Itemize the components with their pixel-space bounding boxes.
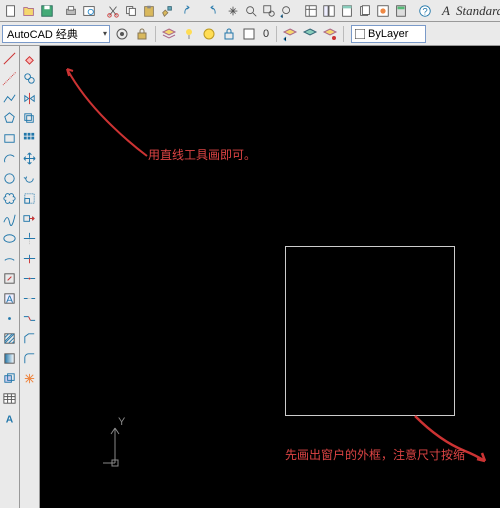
separator <box>276 26 277 42</box>
separator <box>155 26 156 42</box>
tool-palettes-icon[interactable] <box>340 3 354 19</box>
layer-on-icon[interactable] <box>180 25 198 43</box>
join-tool[interactable] <box>21 309 39 327</box>
stretch-tool[interactable] <box>21 209 39 227</box>
separator <box>343 26 344 42</box>
point-tool[interactable] <box>1 309 19 327</box>
annotation-arrow-1 <box>62 61 152 161</box>
mirror-tool[interactable] <box>21 89 39 107</box>
pan-icon[interactable] <box>226 3 240 19</box>
revision-cloud-tool[interactable] <box>1 189 19 207</box>
break-at-point-tool[interactable] <box>21 269 39 287</box>
make-block-tool[interactable]: A <box>1 289 19 307</box>
insert-block-tool[interactable] <box>1 269 19 287</box>
layer-iso-icon[interactable] <box>321 25 339 43</box>
region-tool[interactable] <box>1 369 19 387</box>
drawn-rectangle <box>285 246 455 416</box>
layer-color-icon[interactable] <box>240 25 258 43</box>
main-area: A A 用直线工具画即可。 <box>0 46 500 508</box>
copy-tool[interactable] <box>21 69 39 87</box>
mtext-tool[interactable]: A <box>1 409 19 427</box>
workspace-combo[interactable]: AutoCAD 经典 ▾ <box>2 25 110 43</box>
array-tool[interactable] <box>21 129 39 147</box>
text-style-icon[interactable]: A <box>442 3 450 19</box>
properties-icon[interactable] <box>304 3 318 19</box>
print-icon[interactable] <box>64 3 78 19</box>
open-icon[interactable] <box>22 3 36 19</box>
gradient-tool[interactable] <box>1 349 19 367</box>
layer-previous-icon[interactable] <box>281 25 299 43</box>
circle-tool[interactable] <box>1 169 19 187</box>
copy-icon[interactable] <box>124 3 138 19</box>
spline-tool[interactable] <box>1 209 19 227</box>
quickcalc-icon[interactable] <box>394 3 408 19</box>
arc-tool[interactable] <box>1 149 19 167</box>
new-icon[interactable] <box>4 3 18 19</box>
explode-tool[interactable] <box>21 369 39 387</box>
bylayer-value: ByLayer <box>368 28 408 40</box>
move-tool[interactable] <box>21 149 39 167</box>
top-toolbar: ? A Standard <box>0 0 500 22</box>
save-icon[interactable] <box>40 3 54 19</box>
scale-tool[interactable] <box>21 189 39 207</box>
svg-text:A: A <box>6 414 14 425</box>
bylayer-combo[interactable]: ByLayer <box>351 25 426 43</box>
zoom-icon[interactable] <box>244 3 258 19</box>
line-tool[interactable] <box>1 49 19 67</box>
match-properties-icon[interactable] <box>160 3 174 19</box>
rotate-tool[interactable] <box>21 169 39 187</box>
design-center-icon[interactable] <box>322 3 336 19</box>
layer-lock-icon[interactable] <box>220 25 238 43</box>
paste-icon[interactable] <box>142 3 156 19</box>
construction-line-tool[interactable] <box>1 69 19 87</box>
annotation-text-2: 先画出窗户的外框，注意尺寸按缩 <box>285 446 465 463</box>
sheet-set-icon[interactable] <box>358 3 372 19</box>
markup-icon[interactable] <box>376 3 390 19</box>
layer-freeze-icon[interactable] <box>200 25 218 43</box>
svg-text:A: A <box>6 294 13 305</box>
help-icon[interactable]: ? <box>418 3 432 19</box>
svg-text:?: ? <box>422 6 427 17</box>
trim-tool[interactable] <box>21 229 39 247</box>
style-label: Standard <box>456 3 500 19</box>
workspace-value: AutoCAD 经典 <box>7 26 78 42</box>
chamfer-tool[interactable] <box>21 329 39 347</box>
polyline-tool[interactable] <box>1 89 19 107</box>
offset-tool[interactable] <box>21 109 39 127</box>
fillet-tool[interactable] <box>21 349 39 367</box>
workspace-settings-icon[interactable] <box>113 25 131 43</box>
layer-combo-label: 0 <box>260 25 272 43</box>
svg-text:Y: Y <box>118 416 126 428</box>
extend-tool[interactable] <box>21 249 39 267</box>
ellipse-arc-tool[interactable] <box>1 249 19 267</box>
layer-states-icon[interactable] <box>301 25 319 43</box>
ucs-icon: Y <box>100 413 140 473</box>
undo-icon[interactable] <box>184 3 198 19</box>
rectangle-tool[interactable] <box>1 129 19 147</box>
polygon-tool[interactable] <box>1 109 19 127</box>
plot-preview-icon[interactable] <box>82 3 96 19</box>
erase-tool[interactable] <box>21 49 39 67</box>
redo-icon[interactable] <box>202 3 216 19</box>
hatch-tool[interactable] <box>1 329 19 347</box>
ellipse-tool[interactable] <box>1 229 19 247</box>
draw-toolbar: A A <box>0 46 20 508</box>
layer-manager-icon[interactable] <box>160 25 178 43</box>
drawing-canvas[interactable]: 用直线工具画即可。 先画出窗户的外框，注意尺寸按缩 Y <box>40 46 500 508</box>
workspace-lock-icon[interactable] <box>133 25 151 43</box>
break-tool[interactable] <box>21 289 39 307</box>
table-tool[interactable] <box>1 389 19 407</box>
zoom-previous-icon[interactable] <box>280 3 294 19</box>
chevron-down-icon: ▾ <box>103 29 107 38</box>
cut-icon[interactable] <box>106 3 120 19</box>
annotation-text-1: 用直线工具画即可。 <box>148 146 256 163</box>
modify-toolbar <box>20 46 40 508</box>
workspace-toolbar: AutoCAD 经典 ▾ 0 ByLayer <box>0 22 500 46</box>
zoom-window-icon[interactable] <box>262 3 276 19</box>
color-swatch-icon <box>355 29 365 39</box>
